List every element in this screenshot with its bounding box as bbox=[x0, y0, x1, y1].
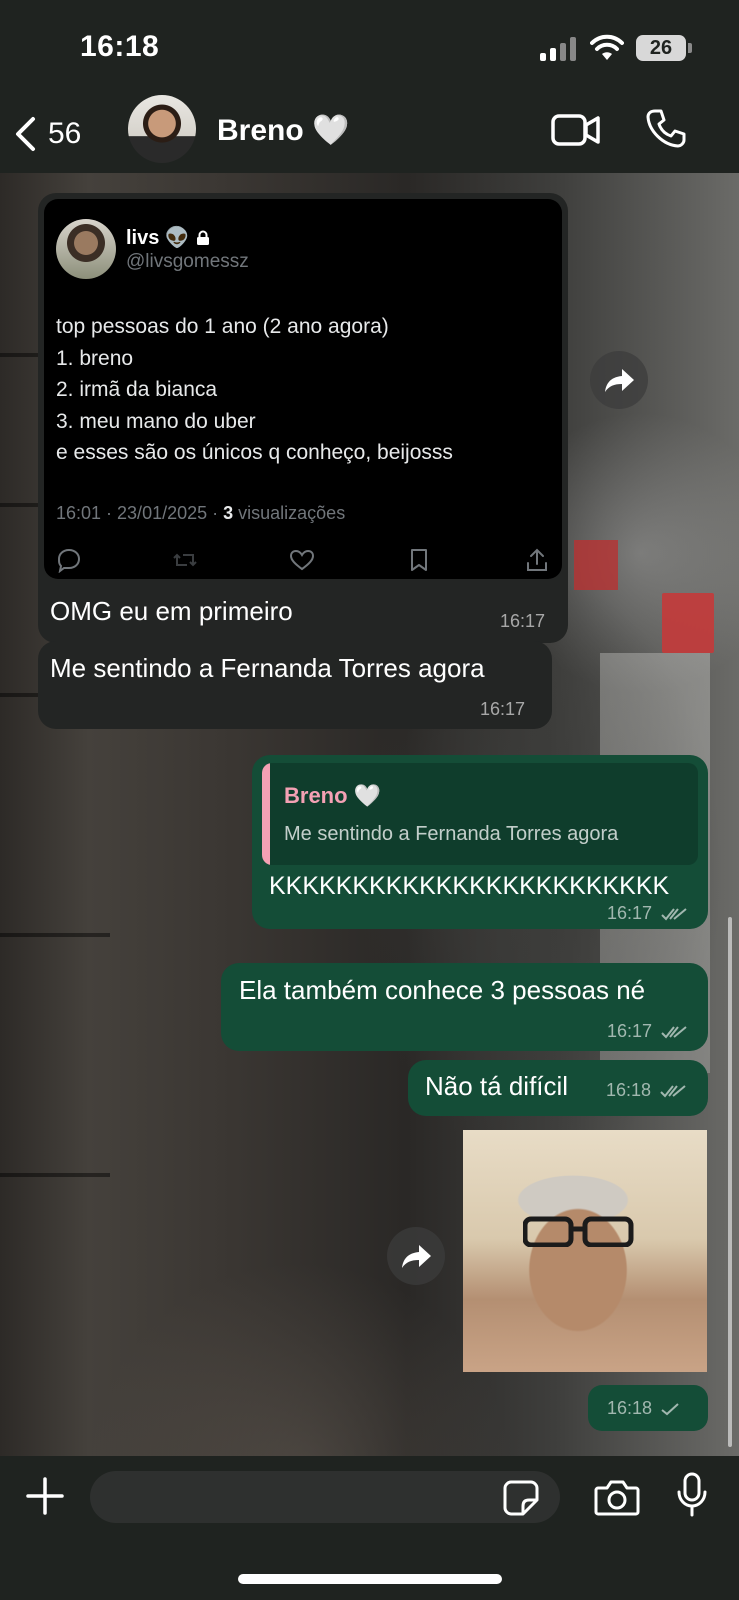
message-time-value: 16:18 bbox=[606, 1080, 652, 1100]
message-time: 16:17 bbox=[607, 1021, 687, 1042]
message-text: KKKKKKKKKKKKKKKKKKKKKKKK bbox=[269, 872, 670, 900]
reply-accent-bar bbox=[262, 763, 270, 865]
back-button[interactable]: 56 bbox=[14, 109, 81, 159]
tweet-views-count: 3 bbox=[223, 503, 234, 523]
camera-icon[interactable] bbox=[594, 1478, 640, 1516]
message-time-value: 16:18 bbox=[607, 1398, 653, 1418]
tweet-date: 16:01 · 23/01/2025 · bbox=[56, 503, 224, 523]
tweet-actions bbox=[56, 547, 550, 573]
sticker-icon[interactable] bbox=[503, 1480, 539, 1516]
photo-message[interactable] bbox=[463, 1130, 707, 1372]
scroll-indicator[interactable] bbox=[728, 917, 732, 1447]
tweet-handle: @livsgomessz bbox=[126, 251, 249, 272]
message-time: 16:17 bbox=[480, 699, 526, 719]
like-icon bbox=[289, 549, 315, 571]
tweet-share-bubble[interactable]: livs 👽 @livsgomessz top pessoas do 1 ano… bbox=[38, 193, 568, 643]
forward-button[interactable] bbox=[387, 1227, 445, 1285]
message-text: OMG eu em primeiro bbox=[50, 596, 293, 626]
status-bar: 16:18 26 bbox=[0, 0, 739, 95]
contact-avatar[interactable] bbox=[128, 95, 196, 163]
double-check-icon bbox=[660, 1085, 686, 1098]
microphone-icon[interactable] bbox=[676, 1472, 708, 1518]
reply-quoted-name: Breno 🤍 bbox=[284, 783, 382, 808]
message-time-value: 16:17 bbox=[607, 1021, 653, 1041]
contact-name[interactable]: Breno 🤍 bbox=[217, 113, 349, 148]
message-text: Ela também conhece 3 pessoas né bbox=[239, 975, 646, 1005]
tweet-meta: 16:01 · 23/01/2025 · 3 visualizações bbox=[56, 503, 345, 524]
tweet-preview[interactable]: livs 👽 @livsgomessz top pessoas do 1 ano… bbox=[44, 199, 562, 579]
bookmark-icon bbox=[411, 549, 427, 571]
double-check-icon bbox=[661, 1026, 687, 1039]
share-icon bbox=[527, 548, 547, 571]
message-input-bar bbox=[0, 1456, 739, 1600]
plus-icon[interactable] bbox=[25, 1476, 65, 1516]
forward-icon bbox=[605, 369, 634, 392]
message-time-value: 16:17 bbox=[607, 903, 653, 923]
message-bubble-outgoing[interactable]: Ela também conhece 3 pessoas né 16:17 bbox=[221, 963, 708, 1051]
message-time: 16:18 bbox=[607, 1398, 679, 1419]
retweet-icon bbox=[173, 553, 197, 567]
reply-quote[interactable]: Breno 🤍 Me sentindo a Fernanda Torres ag… bbox=[262, 763, 698, 865]
message-text: Não tá difícil bbox=[425, 1071, 569, 1101]
single-check-icon bbox=[661, 1403, 679, 1416]
home-indicator bbox=[238, 1574, 502, 1584]
battery-icon: 26 bbox=[636, 35, 686, 61]
forward-button[interactable] bbox=[590, 351, 648, 409]
message-time: 16:17 bbox=[607, 903, 687, 924]
message-bubble-outgoing-reply[interactable]: Breno 🤍 Me sentindo a Fernanda Torres ag… bbox=[252, 755, 708, 929]
tweet-display-name: livs 👽 bbox=[126, 227, 190, 249]
back-chevron-icon bbox=[16, 117, 35, 151]
tweet-author-name: livs 👽 bbox=[126, 225, 210, 250]
reply-quoted-text: Me sentindo a Fernanda Torres agora bbox=[284, 823, 619, 845]
photo-timestamp-bubble: 16:18 bbox=[588, 1385, 708, 1431]
status-time: 16:18 bbox=[80, 30, 160, 63]
unread-count: 56 bbox=[48, 117, 82, 150]
reply-icon bbox=[57, 548, 81, 573]
double-check-icon bbox=[661, 908, 687, 921]
message-bubble-outgoing[interactable]: Não tá difícil 16:18 bbox=[408, 1060, 708, 1116]
message-bubble-incoming[interactable]: Me sentindo a Fernanda Torres agora 16:1… bbox=[38, 641, 552, 729]
lock-icon bbox=[196, 230, 209, 245]
chat-header: 56 Breno 🤍 bbox=[0, 95, 739, 173]
chat-area[interactable]: livs 👽 @livsgomessz top pessoas do 1 ano… bbox=[0, 173, 739, 1456]
message-input[interactable] bbox=[90, 1471, 560, 1523]
phone-icon[interactable] bbox=[646, 108, 686, 148]
forward-icon bbox=[402, 1245, 431, 1268]
cellular-signal-icon bbox=[540, 37, 578, 61]
tweet-author-avatar bbox=[56, 219, 116, 279]
tweet-body: top pessoas do 1 ano (2 ano agora) 1. br… bbox=[56, 315, 453, 464]
battery-tip bbox=[688, 43, 692, 53]
tweet-views-label: visualizações bbox=[233, 503, 346, 523]
message-time: 16:18 bbox=[606, 1080, 686, 1101]
wifi-icon bbox=[590, 34, 624, 60]
message-time: 16:17 bbox=[500, 611, 546, 631]
video-call-icon[interactable] bbox=[551, 112, 601, 148]
photo-content bbox=[523, 1216, 634, 1247]
message-text: Me sentindo a Fernanda Torres agora bbox=[50, 653, 485, 683]
